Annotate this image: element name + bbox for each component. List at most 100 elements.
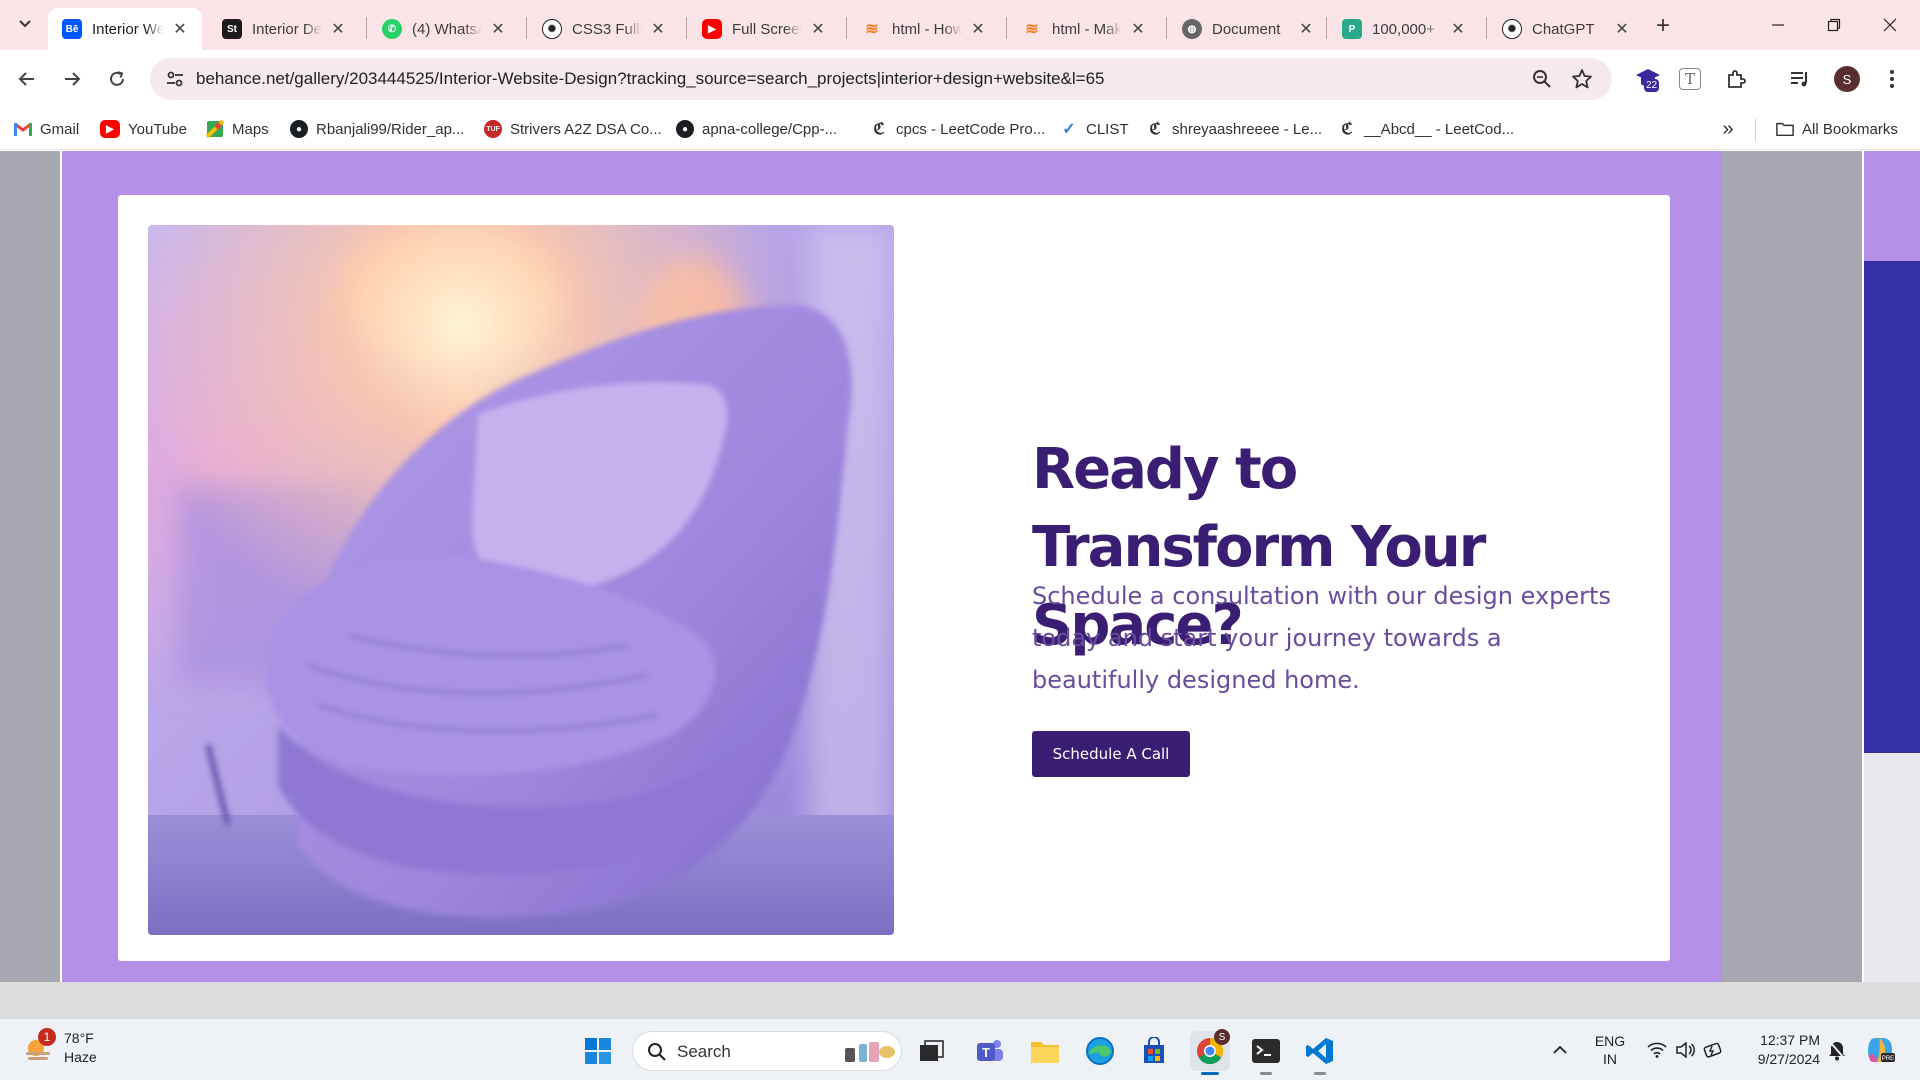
close-icon[interactable]: ✕ <box>968 19 988 39</box>
start-button[interactable] <box>578 1031 618 1071</box>
tab-chatgpt[interactable]: ✺ ChatGPT ✕ <box>1488 8 1644 50</box>
bookmarks-overflow-button[interactable]: » <box>1714 116 1742 142</box>
tab-css3-fullscreen[interactable]: ✺ CSS3 Fullscreen ✕ <box>528 8 680 50</box>
chrome-app[interactable]: S <box>1190 1029 1230 1075</box>
store-app[interactable] <box>1134 1031 1174 1071</box>
tuf-icon: TUF <box>484 120 502 138</box>
bookmark-label: Strivers A2Z DSA Co... <box>510 120 662 138</box>
teams-icon: T <box>977 1040 1003 1061</box>
teams-app[interactable]: T <box>970 1031 1010 1071</box>
tab-html-how[interactable]: ≋ html - How ✕ <box>848 8 1000 50</box>
close-window-button[interactable] <box>1862 0 1918 50</box>
globe-icon: ◍ <box>1182 19 1202 39</box>
all-bookmarks-button[interactable]: All Bookmarks <box>1776 116 1898 142</box>
tab-100000[interactable]: P 100,000+ ✕ <box>1328 8 1480 50</box>
edge-app[interactable] <box>1080 1031 1120 1071</box>
tab-whatsapp[interactable]: ✆ (4) WhatsApp ✕ <box>368 8 520 50</box>
file-explorer-app[interactable] <box>1025 1031 1065 1071</box>
task-view-button[interactable] <box>912 1031 952 1071</box>
extension-badge: 22 <box>1644 79 1660 92</box>
tray-overflow-button[interactable] <box>1548 1019 1572 1080</box>
zoom-icon[interactable] <box>1530 67 1554 91</box>
copilot-button[interactable]: PRE <box>1862 1019 1898 1080</box>
page-bottom-strip <box>0 982 1920 1018</box>
tab-interior-website-design[interactable]: Bē Interior Website Design ✕ <box>48 8 202 50</box>
studio-icon: St <box>222 19 242 39</box>
tab-separator <box>686 17 687 39</box>
bookmark-cpcs-leetcode[interactable]: ℭ cpcs - LeetCode Pro... <box>870 116 1045 142</box>
close-icon[interactable]: ✕ <box>1296 19 1316 39</box>
minimize-button[interactable] <box>1750 0 1806 50</box>
close-icon[interactable]: ✕ <box>1448 19 1468 39</box>
leetcode-icon: ℭ <box>873 121 885 138</box>
weather-widget[interactable]: 1 78°F Haze <box>22 1028 97 1067</box>
bookmark-youtube[interactable]: ▶ YouTube <box>100 116 187 142</box>
tab-title: html - Make <box>1052 20 1122 38</box>
bookmark-apna-college[interactable]: ● apna-college/Cpp-... <box>676 116 837 142</box>
close-icon[interactable]: ✕ <box>328 19 348 39</box>
back-button[interactable] <box>10 62 44 96</box>
vscode-icon <box>1306 1038 1333 1064</box>
close-icon[interactable]: ✕ <box>808 19 828 39</box>
system-clock[interactable]: 12:37 PM 9/27/2024 <box>1740 1031 1820 1069</box>
arrow-left-icon <box>18 72 34 86</box>
store-icon <box>1144 1037 1164 1063</box>
address-bar[interactable]: behance.net/gallery/203444525/Interior-W… <box>150 58 1612 100</box>
bookmark-star-icon[interactable] <box>1570 67 1594 91</box>
tab-separator <box>1486 17 1487 39</box>
weather-temperature: 78°F <box>64 1030 94 1046</box>
bookmark-label: Gmail <box>40 120 80 138</box>
bookmark-gmail[interactable]: Gmail <box>14 116 79 142</box>
extensions-button[interactable] <box>1722 65 1750 93</box>
site-info-icon[interactable] <box>164 68 186 90</box>
close-icon[interactable]: ✕ <box>170 19 190 39</box>
maps-icon <box>206 120 224 138</box>
profile-button[interactable]: S <box>1833 65 1861 93</box>
menu-button[interactable] <box>1878 65 1906 93</box>
bookmark-rider-app[interactable]: ● Rbanjali99/Rider_ap... <box>290 116 464 142</box>
close-icon[interactable]: ✕ <box>488 19 508 39</box>
next-project-preview[interactable] <box>1864 151 1920 982</box>
cta-description: Schedule a consultation with our design … <box>1032 582 1611 694</box>
volume-status[interactable] <box>1672 1019 1698 1080</box>
tab-full-screen[interactable]: ▶ Full Screen ✕ <box>688 8 840 50</box>
url-text[interactable]: behance.net/gallery/203444525/Interior-W… <box>196 69 1105 89</box>
wifi-status[interactable] <box>1644 1019 1670 1080</box>
tab-interior-design[interactable]: St Interior Design ✕ <box>208 8 360 50</box>
bookmark-maps[interactable]: Maps <box>206 116 269 142</box>
bookmark-clist[interactable]: ✓ CLIST <box>1060 116 1128 142</box>
close-icon[interactable]: ✕ <box>648 19 668 39</box>
preview-blue-block <box>1864 261 1920 753</box>
cta-card: Ready to Transform Your Space? Schedule … <box>118 195 1670 961</box>
svg-text:PRE: PRE <box>1882 1056 1894 1062</box>
arrow-right-icon <box>65 72 81 86</box>
vscode-app[interactable] <box>1300 1031 1340 1075</box>
translate-extension-button[interactable]: T <box>1676 65 1704 93</box>
tab-title: 100,000+ <box>1372 20 1435 38</box>
close-icon[interactable]: ✕ <box>1128 19 1148 39</box>
taskbar-search[interactable]: Search <box>632 1031 902 1071</box>
battery-status[interactable] <box>1700 1019 1728 1080</box>
reload-button[interactable] <box>100 62 134 96</box>
terminal-app[interactable] <box>1246 1031 1286 1075</box>
tab-title: (4) WhatsApp <box>412 20 482 38</box>
tab-html-make[interactable]: ≋ html - Make ✕ <box>1008 8 1160 50</box>
forward-button[interactable] <box>55 62 89 96</box>
stackoverflow-icon: ≋ <box>865 21 879 38</box>
language-indicator[interactable]: ENG IN <box>1590 1019 1630 1080</box>
bookmark-strivers-a2z[interactable]: TUF Strivers A2Z DSA Co... <box>484 116 662 142</box>
bookmark-abcd-leetcode[interactable]: ℭ __Abcd__ - LeetCod... <box>1338 116 1514 142</box>
tab-search-button[interactable] <box>10 9 40 39</box>
schedule-call-button[interactable]: Schedule A Call <box>1032 731 1190 777</box>
notifications-button[interactable] <box>1824 1019 1850 1080</box>
extension-button[interactable]: 22 <box>1634 65 1662 93</box>
close-icon[interactable]: ✕ <box>1612 19 1632 39</box>
bookmark-shreyaashreeee[interactable]: ℭ shreyaashreeee - Le... <box>1146 116 1322 142</box>
media-controls-button[interactable] <box>1786 65 1814 93</box>
new-tab-button[interactable]: + <box>1648 11 1678 41</box>
p-icon: P <box>1342 19 1362 39</box>
tab-document[interactable]: ◍ Document ✕ <box>1168 8 1328 50</box>
restore-button[interactable] <box>1806 0 1862 50</box>
bookmarks-bar: Gmail ▶ YouTube Maps ● Rbanjali99/Rider_… <box>0 108 1920 150</box>
puzzle-icon <box>1728 70 1746 88</box>
